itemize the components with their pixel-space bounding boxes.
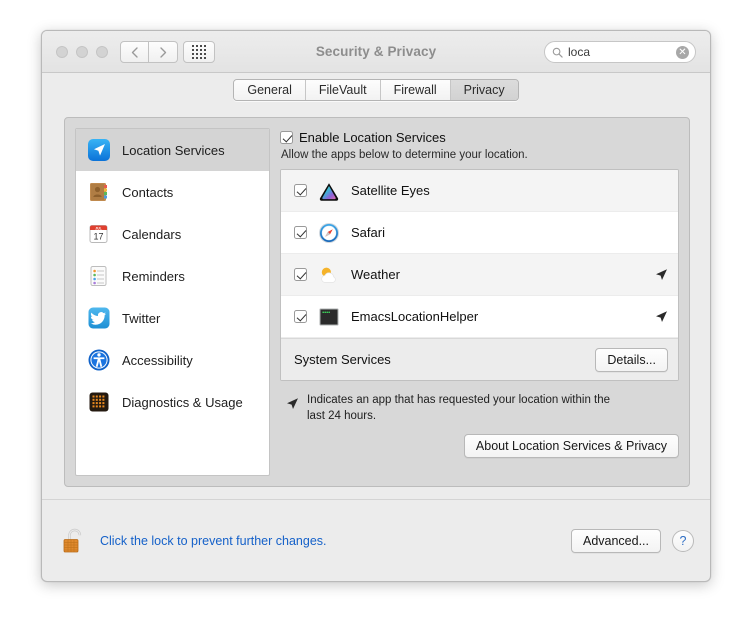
search-field[interactable]: ✕ bbox=[544, 41, 696, 63]
table-row[interactable]: Satellite Eyes bbox=[281, 170, 678, 212]
tab-filevault[interactable]: FileVault bbox=[305, 80, 380, 100]
screenshot-root: Security & Privacy ✕ General FileVault F… bbox=[0, 0, 752, 626]
twitter-icon bbox=[87, 306, 111, 330]
tab-bar: General FileVault Firewall Privacy bbox=[42, 73, 710, 107]
app-name: Satellite Eyes bbox=[351, 183, 430, 198]
app-name: EmacsLocationHelper bbox=[351, 309, 478, 324]
location-description: Allow the apps below to determine your l… bbox=[281, 149, 679, 161]
sidebar-item-diagnostics-usage[interactable]: Diagnostics & Usage bbox=[76, 381, 269, 423]
privacy-panel: Location Services bbox=[64, 117, 690, 487]
security-privacy-window: Security & Privacy ✕ General FileVault F… bbox=[41, 30, 711, 582]
sidebar-item-label: Diagnostics & Usage bbox=[122, 395, 243, 410]
clear-search-icon[interactable]: ✕ bbox=[676, 46, 689, 59]
about-location-services-privacy-button[interactable]: About Location Services & Privacy bbox=[464, 434, 679, 458]
advanced-button[interactable]: Advanced... bbox=[571, 529, 661, 553]
satellite-eyes-icon bbox=[318, 180, 340, 202]
sidebar-item-location-services[interactable]: Location Services bbox=[76, 129, 269, 171]
reminders-icon bbox=[87, 264, 111, 288]
app-name: Safari bbox=[351, 225, 385, 240]
enable-location-services-label: Enable Location Services bbox=[299, 130, 446, 145]
lock-icon[interactable] bbox=[62, 526, 88, 556]
table-row[interactable]: Weather bbox=[281, 254, 678, 296]
about-button-row: About Location Services & Privacy bbox=[280, 434, 679, 458]
app-checkbox[interactable] bbox=[294, 184, 307, 197]
diagnostics-icon bbox=[87, 390, 111, 414]
footnote-text: Indicates an app that has requested your… bbox=[307, 393, 627, 424]
system-services-label: System Services bbox=[294, 352, 391, 367]
recent-location-arrow-icon bbox=[655, 268, 668, 281]
footer-actions: Advanced... ? bbox=[571, 529, 694, 553]
svg-text:17: 17 bbox=[93, 232, 103, 242]
contacts-icon bbox=[87, 180, 111, 204]
sidebar-item-label: Contacts bbox=[122, 185, 173, 200]
recent-location-arrow-icon bbox=[286, 397, 299, 410]
apps-list: Satellite Eyes bbox=[280, 169, 679, 381]
emacs-helper-icon bbox=[318, 306, 340, 328]
sidebar-item-label: Twitter bbox=[122, 311, 160, 326]
sidebar-item-label: Calendars bbox=[122, 227, 181, 242]
search-input[interactable] bbox=[568, 45, 663, 59]
help-button[interactable]: ? bbox=[672, 530, 694, 552]
weather-icon bbox=[318, 264, 340, 286]
svg-text:JUL: JUL bbox=[95, 226, 101, 230]
tab-privacy[interactable]: Privacy bbox=[450, 80, 518, 100]
location-services-icon bbox=[87, 138, 111, 162]
sidebar-item-contacts[interactable]: Contacts bbox=[76, 171, 269, 213]
sidebar-item-reminders[interactable]: Reminders bbox=[76, 255, 269, 297]
app-checkbox[interactable] bbox=[294, 310, 307, 323]
sidebar-item-label: Reminders bbox=[122, 269, 185, 284]
sidebar-item-accessibility[interactable]: Accessibility bbox=[76, 339, 269, 381]
details-button[interactable]: Details... bbox=[595, 348, 668, 372]
search-icon bbox=[552, 47, 563, 58]
privacy-categories-list[interactable]: Location Services bbox=[75, 128, 270, 476]
safari-icon bbox=[318, 222, 340, 244]
system-services-row: System Services Details... bbox=[281, 338, 678, 380]
app-checkbox[interactable] bbox=[294, 226, 307, 239]
app-checkbox[interactable] bbox=[294, 268, 307, 281]
accessibility-icon bbox=[87, 348, 111, 372]
sidebar-item-label: Location Services bbox=[122, 143, 225, 158]
recent-location-footnote: Indicates an app that has requested your… bbox=[280, 393, 679, 424]
sidebar-item-twitter[interactable]: Twitter bbox=[76, 297, 269, 339]
app-name: Weather bbox=[351, 267, 400, 282]
recent-location-arrow-icon bbox=[655, 310, 668, 323]
calendars-icon: JUL 17 bbox=[87, 222, 111, 246]
location-services-content: Enable Location Services Allow the apps … bbox=[280, 128, 679, 476]
sidebar-item-calendars[interactable]: JUL 17 Calendars bbox=[76, 213, 269, 255]
tab-group: General FileVault Firewall Privacy bbox=[233, 79, 518, 101]
table-row[interactable]: EmacsLocationHelper bbox=[281, 296, 678, 338]
sidebar-item-label: Accessibility bbox=[122, 353, 193, 368]
window-titlebar: Security & Privacy ✕ bbox=[42, 31, 710, 73]
window-footer: Click the lock to prevent further change… bbox=[42, 499, 710, 581]
enable-location-services-row[interactable]: Enable Location Services bbox=[280, 130, 679, 145]
tab-general[interactable]: General bbox=[234, 80, 304, 100]
lock-message[interactable]: Click the lock to prevent further change… bbox=[100, 534, 327, 548]
enable-location-services-checkbox[interactable] bbox=[280, 131, 293, 144]
tab-firewall[interactable]: Firewall bbox=[380, 80, 450, 100]
table-row[interactable]: Safari bbox=[281, 212, 678, 254]
